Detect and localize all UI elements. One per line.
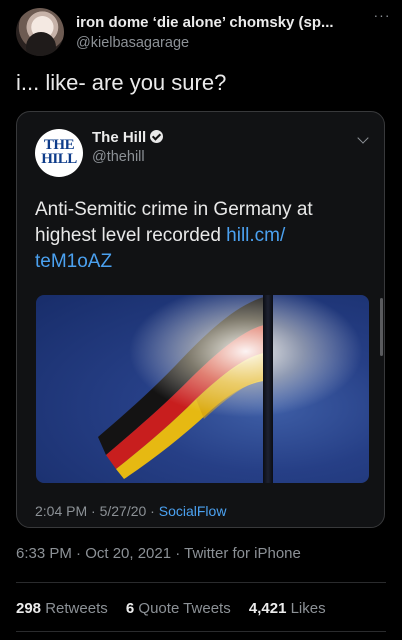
likes-label: Likes bbox=[290, 600, 326, 617]
quoted-author-name[interactable]: The Hill bbox=[92, 129, 164, 146]
divider bbox=[16, 631, 386, 632]
quoted-tweet-text: Anti-Semitic crime in Germany at highest… bbox=[35, 197, 335, 275]
tweet-timestamp[interactable]: 6:33 PM · Oct 20, 2021 · Twitter for iPh… bbox=[16, 545, 301, 562]
quoted-tweet-card[interactable]: THE HILL The Hill @thehill Anti-Semitic … bbox=[16, 111, 385, 528]
tweet-stats: 298 Retweets 6 Quote Tweets 4,421 Likes bbox=[16, 600, 386, 617]
quoted-author-handle[interactable]: @thehill bbox=[92, 149, 145, 165]
retweets-label: Retweets bbox=[45, 600, 108, 617]
retweets-count: 298 bbox=[16, 600, 42, 617]
quoted-source-link[interactable]: SocialFlow bbox=[159, 503, 227, 519]
quote-tweets-count: 6 bbox=[125, 600, 135, 617]
more-options-icon[interactable]: ··· bbox=[370, 8, 394, 26]
author-display-name[interactable]: iron dome ‘die alone’ chomsky (sp... bbox=[76, 14, 366, 31]
quoted-author-name-text: The Hill bbox=[92, 129, 147, 146]
scrollbar[interactable] bbox=[380, 298, 383, 356]
tweet-screen: iron dome ‘die alone’ chomsky (sp... @ki… bbox=[0, 0, 402, 640]
tweet-header: iron dome ‘die alone’ chomsky (sp... @ki… bbox=[16, 6, 402, 56]
flag-illustration bbox=[36, 295, 369, 483]
the-hill-logo[interactable]: THE HILL bbox=[35, 129, 83, 177]
quoted-timestamp[interactable]: 2:04 PM · 5/27/20 · bbox=[35, 503, 159, 519]
author-handle[interactable]: @kielbasagarage bbox=[76, 35, 189, 51]
quote-tweets-label: Quote Tweets bbox=[138, 600, 231, 617]
avatar[interactable] bbox=[16, 8, 64, 56]
chevron-down-icon[interactable] bbox=[357, 132, 369, 144]
logo-line-2: HILL bbox=[41, 151, 77, 167]
quoted-tweet-meta: 2:04 PM · 5/27/20 · SocialFlow bbox=[35, 503, 226, 519]
quote-tweets-stat[interactable]: 6 Quote Tweets bbox=[126, 600, 231, 617]
verified-badge-icon bbox=[150, 130, 164, 143]
german-flag-photo[interactable] bbox=[36, 295, 369, 483]
divider bbox=[16, 582, 386, 583]
flag-pole bbox=[263, 295, 273, 483]
likes-stat[interactable]: 4,421 Likes bbox=[249, 600, 326, 617]
retweets-stat[interactable]: 298 Retweets bbox=[16, 600, 108, 617]
likes-count: 4,421 bbox=[248, 600, 287, 617]
logo-line-1: THE bbox=[43, 137, 75, 153]
tweet-text: i... like- are you sure? bbox=[16, 70, 227, 95]
